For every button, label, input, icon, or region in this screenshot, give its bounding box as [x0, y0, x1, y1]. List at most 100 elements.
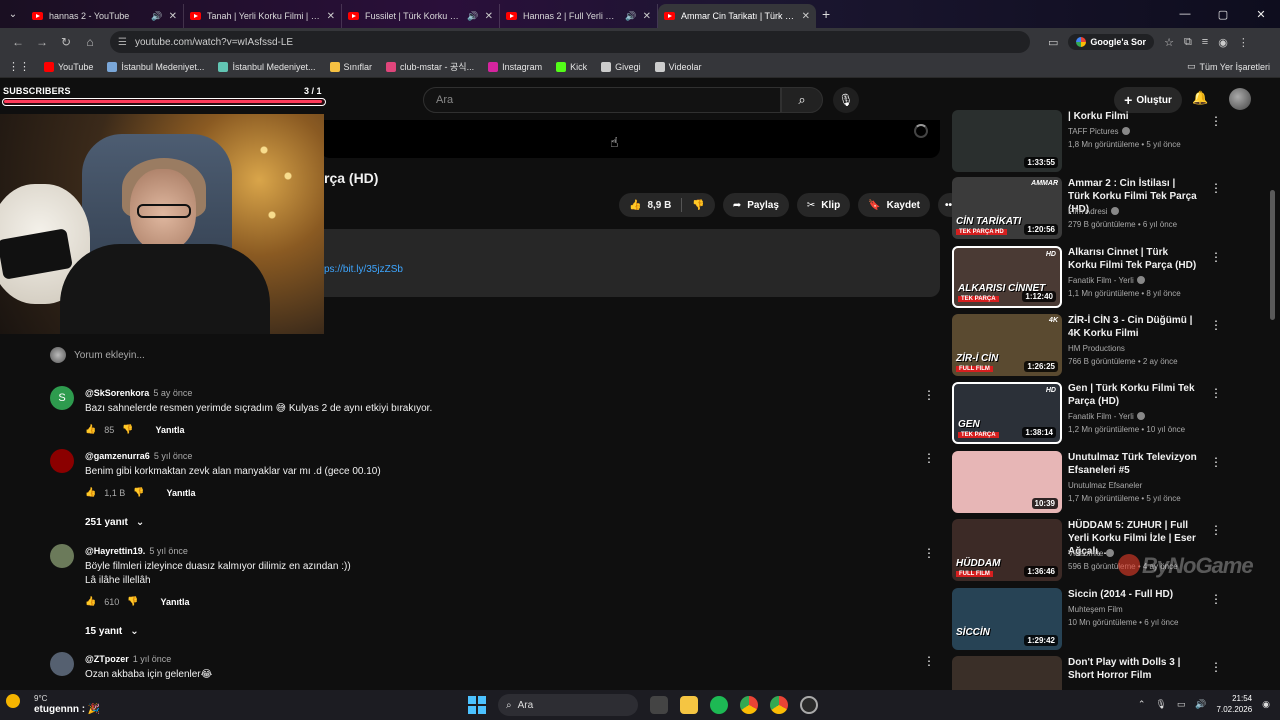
reply-button[interactable]: Yanıtla [166, 488, 195, 498]
browser-menu-icon[interactable]: ⋮ [1238, 36, 1249, 49]
channel-name[interactable]: Fanatik Film - Yerli [1068, 276, 1145, 285]
video-thumbnail[interactable]: 1:33:55 [952, 110, 1062, 172]
comment-time[interactable]: 5 yıl önce [149, 546, 188, 556]
minimize-icon[interactable]: — [1166, 8, 1204, 20]
cast-icon[interactable]: ▭ [1048, 36, 1058, 49]
tab-close-icon[interactable]: ✕ [643, 11, 651, 22]
thumbs-up-icon[interactable]: 👍 [85, 596, 96, 607]
video-menu-icon[interactable]: ⋮ [1210, 455, 1222, 469]
video-menu-icon[interactable]: ⋮ [1210, 250, 1222, 264]
recommended-video[interactable]: HD GEN TEK PARÇA 1:38:14 Gen | Türk Korku Fi… [952, 382, 1232, 444]
comment-username[interactable]: @ZTpozer [85, 654, 129, 664]
bookmark-item[interactable]: Givegi [601, 60, 641, 73]
bookmark-item[interactable]: Instagram [488, 60, 542, 73]
commenter-avatar[interactable] [50, 544, 74, 568]
reply-button[interactable]: Yanıtla [155, 425, 184, 435]
comment-menu-icon[interactable]: ⋮ [923, 451, 935, 465]
chrome-icon[interactable] [740, 696, 758, 714]
thumbs-up-icon[interactable]: 👍 [85, 424, 96, 435]
bookmark-item[interactable]: YouTube [44, 60, 93, 73]
tab-audio-icon[interactable]: 🔊 [467, 11, 478, 22]
taskbar-search[interactable]: ⌕ Ara [498, 694, 638, 716]
close-window-icon[interactable]: ✕ [1242, 8, 1280, 21]
recommended-video[interactable]: 4K ZİR-İ CİN FULL FILM 1:26:25 ZİR-İ CİN 3 -… [952, 314, 1232, 376]
video-thumbnail[interactable]: AMMAR CİN TARİKATI TEK PARÇA HD 1:20:56 [952, 177, 1062, 239]
video-player[interactable] [320, 120, 940, 158]
recommended-video[interactable]: HD ALKARISI CİNNET TEK PARÇA 1:12:40 Alkarıs… [952, 246, 1232, 308]
video-thumbnail[interactable]: HD ALKARISI CİNNET TEK PARÇA 1:12:40 [952, 246, 1062, 308]
recommended-video-title[interactable]: Alkarısı Cinnet | Türk Korku Filmi Tek P… [1068, 246, 1198, 272]
channel-name[interactable]: TAFF Pictures [1068, 127, 1130, 136]
video-menu-icon[interactable]: ⋮ [1210, 181, 1222, 195]
clip-button[interactable]: ✂ Klip [796, 193, 851, 217]
comment-menu-icon[interactable]: ⋮ [923, 546, 935, 560]
tab-audio-icon[interactable]: 🔊 [625, 11, 636, 22]
maximize-icon[interactable]: ▢ [1204, 8, 1242, 21]
browser-tab[interactable]: Tanah | Yerli Korku Filmi | Full | ✕ [184, 4, 342, 28]
file-explorer-icon[interactable] [680, 696, 698, 714]
commenter-avatar[interactable] [50, 449, 74, 473]
recommended-video-title[interactable]: ZİR-İ CİN 3 - Cin Düğümü | 4K Korku Film… [1068, 314, 1198, 340]
browser-tab[interactable]: Ammar Cin Tarikatı | Türk Korku ✕ [658, 4, 816, 28]
video-thumbnail[interactable]: SİCCİN 1:29:42 [952, 588, 1062, 650]
thumbs-down-icon[interactable]: 👎 [127, 596, 138, 607]
recommended-video[interactable]: AMMAR CİN TARİKATI TEK PARÇA HD 1:20:56 Amma… [952, 177, 1232, 239]
profile-icon[interactable]: ◉ [1218, 36, 1228, 49]
page-scrollbar[interactable] [1270, 190, 1275, 320]
notifications-bell-icon[interactable]: 🔔 [1192, 90, 1208, 106]
new-tab-button[interactable]: + [822, 6, 830, 22]
reply-button[interactable]: Yanıtla [160, 597, 189, 607]
thumbs-down-icon[interactable]: 👎 [133, 487, 144, 498]
forward-icon[interactable]: → [30, 35, 54, 49]
bookmark-item[interactable]: İstanbul Medeniyet... [107, 60, 204, 73]
account-avatar[interactable] [1229, 88, 1251, 110]
bookmark-item[interactable]: Sınıflar [329, 60, 372, 73]
tab-search-chevron-icon[interactable]: ⌄ [0, 0, 26, 28]
commenter-avatar[interactable]: S [50, 386, 74, 410]
dislike-button[interactable]: 👎 [682, 193, 714, 217]
search-button[interactable]: ⌕ [781, 87, 823, 113]
recommended-video-title[interactable]: Unutulmaz Türk Televizyon Efsaneleri #5 [1068, 451, 1198, 477]
channel-name[interactable]: Videomite [1068, 549, 1115, 558]
thumbs-down-icon[interactable]: 👎 [122, 424, 133, 435]
recommended-video-title[interactable]: | Korku Filmi [1068, 110, 1198, 123]
add-comment-field[interactable]: Yorum ekleyin... [50, 347, 145, 363]
tab-audio-icon[interactable]: 🔊 [151, 11, 162, 22]
description-box[interactable] [320, 229, 940, 297]
weather-widget[interactable]: 9°C etugennn : 🎉 [6, 694, 100, 715]
voice-search-button[interactable]: 🎙 [833, 87, 859, 113]
recommended-video-title[interactable]: Don't Play with Dolls 3 | Short Horror F… [1068, 656, 1198, 682]
save-button[interactable]: 🔖 Kaydet [858, 193, 930, 217]
tab-close-icon[interactable]: ✕ [485, 11, 493, 22]
volume-icon[interactable]: 🔊 [1195, 699, 1206, 710]
video-menu-icon[interactable]: ⋮ [1210, 318, 1222, 332]
home-icon[interactable]: ⌂ [78, 35, 102, 49]
view-replies-button[interactable]: 251 yanıt ⌄ [85, 517, 144, 528]
channel-name[interactable]: HM Productions [1068, 344, 1125, 353]
browser-tab[interactable]: Hannas 2 | Full Yerli Korku F 🔊 ✕ [500, 4, 658, 28]
spotify-icon[interactable] [710, 696, 728, 714]
reload-icon[interactable]: ↻ [54, 35, 78, 49]
google-ask-button[interactable]: Google'a Sor [1068, 34, 1155, 50]
channel-name[interactable]: Muhteşem Film [1068, 605, 1123, 614]
thumbs-up-icon[interactable]: 👍 [85, 487, 96, 498]
bookmark-item[interactable]: Videolar [654, 60, 702, 73]
all-bookmarks[interactable]: ▭ Tüm Yer İşaretleri [1187, 61, 1270, 72]
bookmark-item[interactable]: İstanbul Medeniyet... [218, 60, 316, 73]
comment-username[interactable]: @SkSorenkora [85, 388, 149, 398]
network-icon[interactable]: ▭ [1177, 699, 1186, 710]
tray-mic-icon[interactable]: 🎙 [1155, 699, 1166, 710]
video-menu-icon[interactable]: ⋮ [1210, 523, 1222, 537]
video-thumbnail[interactable]: 10:39 [952, 451, 1062, 513]
video-thumbnail[interactable]: 4K ZİR-İ CİN FULL FILM 1:26:25 [952, 314, 1062, 376]
comment-time[interactable]: 5 ay önce [153, 388, 192, 398]
channel-name[interactable]: Fanatik Film - Yerli [1068, 412, 1145, 421]
extensions-icon[interactable]: ⧉ [1184, 36, 1192, 49]
comment-username[interactable]: @gamzenurra6 [85, 451, 150, 461]
tab-close-icon[interactable]: ✕ [802, 11, 810, 22]
video-menu-icon[interactable]: ⋮ [1210, 660, 1222, 674]
omnibox[interactable]: ☰ youtube.com/watch?v=wIAsfssd-LE [110, 31, 1030, 53]
tab-close-icon[interactable]: ✕ [169, 11, 177, 22]
comment-time[interactable]: 5 yıl önce [154, 451, 193, 461]
clock[interactable]: 21:54 7.02.2026 [1217, 693, 1253, 715]
